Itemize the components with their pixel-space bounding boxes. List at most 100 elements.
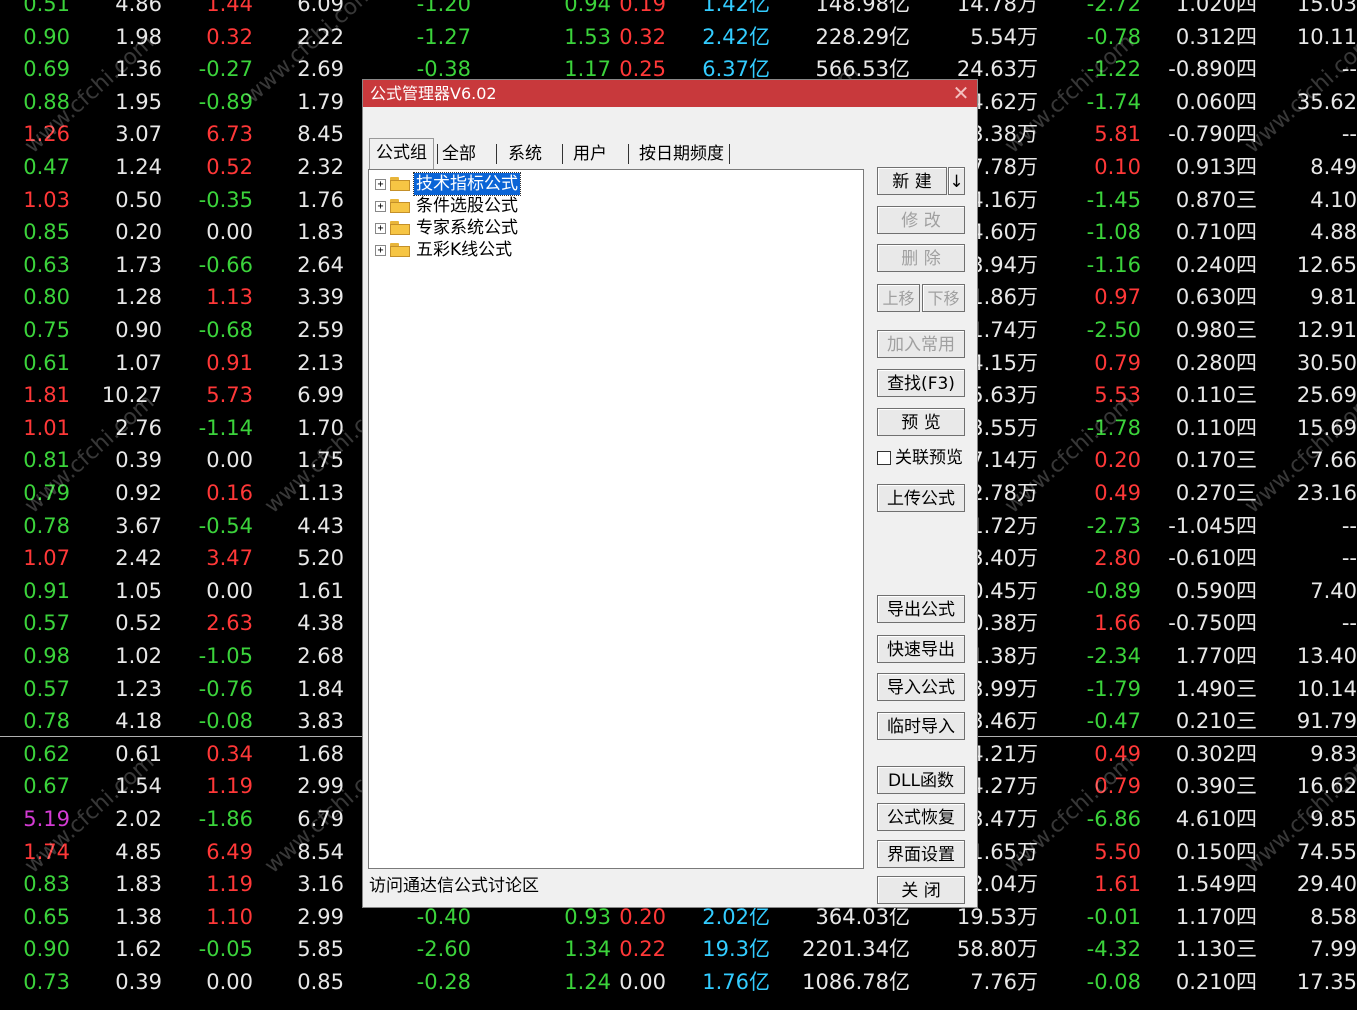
upload-formula-button[interactable]: 上传公式 <box>877 484 965 512</box>
quote-cell: 29.40 <box>1296 872 1357 897</box>
quote-cell: -0.47 <box>1086 709 1141 734</box>
quote-cell: -0.28 <box>416 970 471 994</box>
quote-cell: 4.10 <box>1310 187 1357 212</box>
close-icon[interactable]: ✕ <box>949 80 973 107</box>
quote-cell: -2.73 <box>1086 513 1141 538</box>
new-button[interactable]: 新 建 <box>877 167 947 195</box>
folder-icon <box>390 243 410 257</box>
quote-cell: -0.08 <box>1086 970 1141 994</box>
quote-cell: 25.69 <box>1296 383 1357 408</box>
quote-cell: -2.50 <box>1086 318 1141 342</box>
quote-cell: 1.79 <box>297 89 344 114</box>
quote-cell: 0.79 <box>1094 350 1141 375</box>
quote-cell: -1.79 <box>1086 676 1141 701</box>
quote-cell: 13.40 <box>1296 644 1357 668</box>
quote-cell: -4.32 <box>1086 937 1141 962</box>
quote-cell: 12.65 <box>1296 252 1357 277</box>
quote-cell: 2.13 <box>297 350 344 375</box>
tree-node-technical-indicators[interactable]: + 技术指标公式 <box>375 172 521 196</box>
quote-cell: 2.80 <box>1094 546 1141 571</box>
tree-node-label: 专家系统公式 <box>416 218 518 238</box>
quote-cell: 12.91 <box>1296 318 1357 342</box>
quote-cell: -1.27 <box>416 24 471 49</box>
folder-icon <box>390 177 410 191</box>
tab-divider <box>729 144 730 164</box>
quote-cell: 15.03 <box>1296 0 1357 16</box>
find-button[interactable]: 查找(F3) <box>877 369 965 397</box>
folder-icon <box>390 199 410 213</box>
quote-cell: 5.85 <box>297 937 344 962</box>
quote-cell: 2.99 <box>297 774 344 799</box>
export-formula-button[interactable]: 导出公式 <box>877 595 965 623</box>
delete-button[interactable]: 删 除 <box>877 244 965 272</box>
quote-cell: 2.99 <box>297 904 344 929</box>
quote-cell: -0.38 <box>416 57 471 82</box>
quote-cell: 2201.34亿 <box>802 937 910 962</box>
quote-cell: 148.98亿 <box>815 0 910 16</box>
quote-cell: -0.40 <box>416 904 471 929</box>
tree-node-expert-system[interactable]: + 专家系统公式 <box>375 217 520 239</box>
quote-cell: 2.68 <box>297 644 344 668</box>
forum-link[interactable]: 访问通达信公式讨论区 <box>369 875 539 897</box>
quote-cell: 4.38 <box>297 611 344 636</box>
linked-preview-checkbox[interactable]: 关联预览 <box>877 448 963 468</box>
import-formula-button[interactable]: 导入公式 <box>877 673 965 701</box>
quote-cell: 1.68 <box>297 741 344 766</box>
quote-cell: 2.42亿 <box>702 24 770 49</box>
quick-export-button[interactable]: 快速导出 <box>877 635 965 663</box>
move-up-button[interactable]: 上移 <box>877 284 920 312</box>
quote-cell: 7.40 <box>1310 578 1357 603</box>
quote-cell: 8.45 <box>297 122 344 147</box>
tab-divider <box>562 144 563 164</box>
expand-icon[interactable]: + <box>375 178 386 190</box>
move-down-button[interactable]: 下移 <box>922 284 965 312</box>
temp-import-button[interactable]: 临时导入 <box>877 712 965 740</box>
ui-settings-button[interactable]: 界面设置 <box>877 840 965 868</box>
tab-formula-group[interactable]: 公式组 <box>369 138 434 169</box>
tab-user[interactable]: 用户 <box>573 140 607 168</box>
quote-cell: 9.81 <box>1310 285 1357 310</box>
quote-cell: 5.20 <box>297 546 344 571</box>
quote-cell: -2.34 <box>1086 644 1141 668</box>
modify-button[interactable]: 修 改 <box>877 206 965 234</box>
expand-icon[interactable]: + <box>375 244 386 256</box>
checkbox-box[interactable] <box>877 451 891 465</box>
tab-all[interactable]: 全部 <box>442 140 476 168</box>
tree-node-condition-selection[interactable]: + 条件选股公式 <box>375 195 520 217</box>
quote-cell: 6.37亿 <box>702 57 770 82</box>
quote-cell: -1.16 <box>1086 252 1141 277</box>
restore-formula-button[interactable]: 公式恢复 <box>877 803 965 831</box>
tree-node-color-kline[interactable]: + 五彩K线公式 <box>375 239 514 261</box>
dialog-titlebar[interactable]: 公式管理器V6.02 ✕ <box>363 80 977 107</box>
formula-tree[interactable]: + 技术指标公式 + 条件选股公式 + 专家系统公式 + 五彩K线公式 <box>368 169 864 869</box>
quote-cell: -1.08 <box>1086 220 1141 245</box>
quote-cell: 91.79 <box>1296 709 1357 734</box>
close-button[interactable]: 关 闭 <box>877 876 965 904</box>
quote-cell: 1.42亿 <box>702 0 770 16</box>
expand-icon[interactable]: + <box>375 200 386 212</box>
quote-cell: 19.3亿 <box>702 937 770 962</box>
quote-cell: 6.99 <box>297 383 344 408</box>
tab-system[interactable]: 系统 <box>508 140 542 168</box>
quote-cell: 1.61 <box>297 578 344 603</box>
quote-cell: 0.85 <box>297 970 344 994</box>
preview-button[interactable]: 预 览 <box>877 408 965 436</box>
quote-cell: 17.35 <box>1296 970 1357 994</box>
new-dropdown-arrow-icon[interactable]: ↓ <box>948 167 965 195</box>
quote-cell: 1.76 <box>297 187 344 212</box>
quote-cell: 1.83 <box>297 220 344 245</box>
quote-cell: 228.29亿 <box>815 24 910 49</box>
add-to-common-button[interactable]: 加入常用 <box>877 330 965 358</box>
quote-cell: 1.61 <box>1094 872 1141 897</box>
tree-node-label: 技术指标公式 <box>413 172 521 196</box>
expand-icon[interactable]: + <box>375 222 386 234</box>
tree-node-label: 五彩K线公式 <box>416 240 513 260</box>
quote-cell: 0.10 <box>1094 155 1141 179</box>
tab-by-date-frequency[interactable]: 按日期频度 <box>639 140 724 168</box>
quote-cell: 0.97 <box>1094 285 1141 310</box>
quote-cell: 1.76亿 <box>702 970 770 994</box>
dll-functions-button[interactable]: DLL函数 <box>877 766 965 794</box>
checkbox-label: 关联预览 <box>895 448 963 468</box>
quote-cell: -1.45 <box>1086 187 1141 212</box>
quote-cell: 9.83 <box>1310 741 1357 766</box>
